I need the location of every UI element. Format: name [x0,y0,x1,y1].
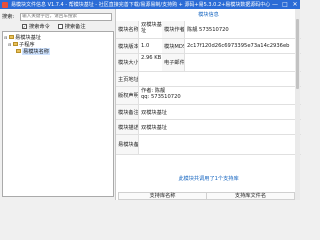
column-header[interactable]: 支持库名称 [119,193,207,199]
info-key: 主页地址 [116,72,139,86]
tree-node-subprogram-label: 子程序 [19,41,35,48]
tree-node-root-label: 易模块基址 [15,34,41,41]
left-panel: 搜索: ✓ 搜索命令 搜索备注 ⊟ 易模块基址 ⊟ 子程序 易模块名称 [0,9,115,200]
module-tree[interactable]: ⊟ 易模块基址 ⊟ 子程序 易模块名称 [2,31,114,197]
info-value: 2.96 KB [141,55,162,61]
info-key: 模块大小 [116,54,139,71]
app-icon [2,1,8,8]
info-value: 作者: 陈靓 qq: 573510720 [141,88,181,100]
tree-node-root[interactable]: ⊟ 易模块基址 [4,34,41,41]
search-row: 搜索: [2,12,115,21]
info-value: 陈靓 573510720 [187,27,229,33]
info-value: 2c17f120d26c6973395e73a14c2936eb [187,43,290,49]
module-info-title: 模块信息 [198,12,219,18]
info-key: 电子邮件 [162,54,185,71]
minimize-button[interactable]: — [270,0,280,9]
info-key: 易模块备注 [116,135,139,154]
info-row-name: 模块名称 双模块基址 模块作者 陈靓 573510720 [116,21,301,39]
info-value [139,72,295,86]
vertical-scrollbar[interactable] [295,9,300,200]
scrollbar-thumb[interactable] [296,19,299,89]
info-value: 双模块基址 [141,124,167,131]
filter-search-notes[interactable]: 搜索备注 [57,23,86,30]
filter-search-commands[interactable]: ✓ 搜索命令 [22,23,50,30]
search-input[interactable] [20,12,112,21]
info-key: 模块备注 [116,105,139,119]
info-value [185,54,295,71]
info-row-description: 模块描述 双模块基址 [116,120,301,135]
close-button[interactable]: ✕ [290,0,300,9]
info-row-version: 模块版本 1.0 模块MD5 2c17f120d26c6973395e73a14… [116,39,301,54]
filter-options: ✓ 搜索命令 搜索备注 [22,23,86,30]
info-key: 模块版本 [116,39,139,53]
info-row-notes: 模块备注 双模块基址 [116,105,301,120]
search-label: 搜索: [2,14,15,20]
support-lib-table-header: 支持库名称 支持库文件名 [118,192,296,200]
window-title: 易模块文件信息 V1.7.4 - 帮模块基址 - 社区直接完善下载/易源易制/支… [11,2,270,8]
search-commands-checkbox[interactable]: ✓ [22,24,27,29]
tree-node-leaf-label: 易模块名称 [22,47,50,55]
title-bar: 易模块文件信息 V1.7.4 - 帮模块基址 - 社区直接完善下载/易源易制/支… [0,0,300,9]
info-value [139,135,295,154]
info-key: 模块描述 [116,120,139,134]
info-value: 双模块基址 [141,22,162,34]
support-lib-title: 此模块共调用了1个支持库 [178,176,239,182]
tree-node-leaf[interactable]: 易模块名称 [15,47,50,55]
info-value: 1.0 [141,43,150,49]
tree-node-subprogram[interactable]: ⊟ 子程序 [8,41,35,48]
info-row-module-notes: 易模块备注 [116,135,301,155]
search-notes-checkbox[interactable] [57,24,63,29]
folder-icon [13,42,18,46]
info-key: 模块作者 [162,21,185,38]
info-row-copyright: 版权声明 作者: 陈靓 qq: 573510720 [116,87,301,105]
info-key: 模块名称 [116,21,139,38]
info-row-size: 模块大小 2.96 KB 电子邮件 [116,54,301,72]
info-key: 版权声明 [116,87,139,104]
column-header[interactable]: 支持库文件名 [207,193,295,199]
info-value: 双模块基址 [141,109,167,116]
search-commands-label: 搜索命令 [29,24,50,30]
maximize-button[interactable]: □ [280,0,290,9]
info-row-homepage: 主页地址 [116,72,301,87]
folder-icon [9,35,14,39]
info-key: 模块MD5 [162,39,185,53]
search-notes-label: 搜索备注 [64,24,86,30]
collapse-icon[interactable]: ⊟ [8,42,12,47]
function-icon [16,49,21,53]
collapse-icon[interactable]: ⊟ [4,35,8,40]
module-info-panel: 模块信息 模块名称 双模块基址 模块作者 陈靓 573510720 模块版本 1… [115,9,301,200]
